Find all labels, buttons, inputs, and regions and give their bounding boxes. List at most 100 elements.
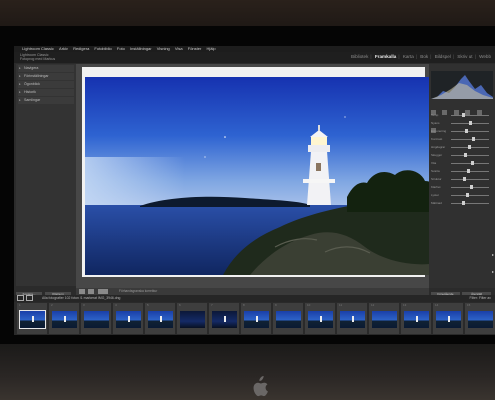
thumbnail-image <box>116 311 141 328</box>
slider-knob[interactable] <box>462 113 465 117</box>
photo-frame <box>82 67 437 277</box>
slider-knob[interactable] <box>468 145 471 149</box>
filmstrip-header: Alla fotografier 102 foton /1 markerat I… <box>14 295 495 302</box>
thumbnail-image <box>436 311 461 328</box>
slider-track[interactable] <box>451 130 489 132</box>
filmstrip-thumbnail[interactable]: 14 <box>433 303 463 334</box>
thumbnail-lighthouse <box>160 316 162 322</box>
filmstrip-thumbnail[interactable]: 13 <box>401 303 431 334</box>
identity-plate: Lightroom Classic Fotoprog med Markus Bi… <box>14 52 495 63</box>
slider-knob[interactable] <box>466 193 469 197</box>
slider-row[interactable]: Temp <box>431 112 493 118</box>
filmstrip-thumbnail[interactable]: 4 <box>113 303 143 334</box>
filmstrip-thumbnail[interactable]: 1 <box>17 303 47 334</box>
apple-logo-icon <box>253 376 268 397</box>
panel-historik[interactable]: Historik <box>18 89 74 96</box>
thumbnail-image <box>404 311 429 328</box>
thumbnail-number: 2 <box>51 303 53 307</box>
slider-knob[interactable] <box>472 137 475 141</box>
compare-toggle-icon[interactable] <box>98 289 108 294</box>
filmstrip-thumbnail[interactable]: 5 <box>145 303 175 334</box>
module-bibliotek[interactable]: Bibliotek <box>351 54 368 59</box>
right-panel-buttons: Föregående Återställ <box>429 282 495 297</box>
filmstrip-thumbnail[interactable]: 3 <box>81 303 111 334</box>
module-karta[interactable]: Karta <box>403 54 414 59</box>
thumbnail-number: 7 <box>211 303 213 307</box>
filter-value[interactable]: Filter av <box>479 296 491 300</box>
filmstrip-thumbnail[interactable]: 10 <box>305 303 335 334</box>
thumbnail-number: 13 <box>403 303 407 307</box>
lighthouse-photo[interactable] <box>85 77 437 275</box>
module-framkalla[interactable]: Framkalla <box>375 54 396 59</box>
slider-track[interactable] <box>451 194 489 196</box>
slider-track[interactable] <box>451 154 489 156</box>
thumbnail-number: 9 <box>275 303 277 307</box>
thumbnail-lighthouse <box>448 316 450 322</box>
filmstrip-thumbnail[interactable]: 9 <box>273 303 303 334</box>
before-after-icon[interactable] <box>88 289 94 294</box>
module-bildspel[interactable]: Bildspel <box>435 54 451 59</box>
photo-canvas <box>76 64 437 288</box>
filter-control[interactable]: Filter: Filter av <box>470 295 492 302</box>
thumbnail-image <box>84 311 109 328</box>
soft-proof-checkbox[interactable]: Förhandsgranska korrektur <box>119 288 157 295</box>
slider-knob[interactable] <box>471 161 474 165</box>
slider-row[interactable]: Mättnad <box>431 200 493 206</box>
slider-row[interactable]: Struktur <box>431 176 493 182</box>
slider-row[interactable]: Kontrast <box>431 136 493 142</box>
slider-label: Lyster <box>431 193 440 197</box>
slider-track[interactable] <box>451 138 489 140</box>
slider-row[interactable]: Lyster <box>431 192 493 198</box>
filmstrip-thumbnail[interactable]: 12 <box>369 303 399 334</box>
slider-knob[interactable] <box>462 201 465 205</box>
module-skriv-ut[interactable]: Skriv ut <box>457 54 472 59</box>
slider-row[interactable]: Nyans <box>431 120 493 126</box>
slider-row[interactable]: Skuggor <box>431 152 493 158</box>
slider-row[interactable]: Svarta <box>431 168 493 174</box>
module-webb[interactable]: Webb <box>479 54 491 59</box>
source-name[interactable]: Alla fotografier <box>42 296 64 300</box>
slider-row[interactable]: Vita <box>431 160 493 166</box>
thumbnail-image <box>52 311 77 328</box>
panel-expand-icon-2[interactable]: ▸ <box>492 269 494 274</box>
panel-ogonblick[interactable]: Ögonblick <box>18 81 74 88</box>
slider-track[interactable] <box>451 162 489 164</box>
panel-samlingar[interactable]: Samlingar <box>18 97 74 104</box>
thumbnail-image <box>372 311 397 328</box>
slider-label: Temp <box>431 113 439 117</box>
filmstrip-thumbnail[interactable]: 6 <box>177 303 207 334</box>
slider-knob[interactable] <box>470 185 473 189</box>
thumbnail-lighthouse <box>416 316 418 322</box>
thumbnail-number: 3 <box>83 303 85 307</box>
slider-row[interactable]: Högdagrar <box>431 144 493 150</box>
module-bok[interactable]: Bok <box>420 54 428 59</box>
panel-navigera[interactable]: Navigera <box>18 65 74 72</box>
thumbnail-number: 1 <box>19 303 21 307</box>
filmstrip-thumbnail[interactable]: 2 <box>49 303 79 334</box>
thumbnail-image <box>244 311 269 328</box>
panel-expand-icon[interactable]: ▸ <box>492 252 494 257</box>
slider-track[interactable] <box>451 114 489 116</box>
slider-knob[interactable] <box>464 153 467 157</box>
slider-knob[interactable] <box>469 121 472 125</box>
slider-knob[interactable] <box>467 169 470 173</box>
selected-filename: IMG_3946.dng <box>97 296 121 300</box>
loupe-view-icon[interactable] <box>79 289 85 294</box>
filmstrip-thumbnail[interactable]: 7 <box>209 303 239 334</box>
thumbnail-number: 15 <box>467 303 471 307</box>
slider-label: Högdagrar <box>431 145 446 149</box>
slider-row[interactable]: Exponering <box>431 128 493 134</box>
filmstrip-thumbnail[interactable]: 11 <box>337 303 367 334</box>
slider-knob[interactable] <box>463 177 466 181</box>
lightroom-screen: Lightroom Classic Arkiv Redigera Fotobib… <box>14 46 495 335</box>
filmstrip: 1 2 3 4 5 6 7 8 9 10 11 12 13 14 15 <box>14 302 495 335</box>
filmstrip-thumbnail[interactable]: 8 <box>241 303 271 334</box>
slider-track[interactable] <box>451 178 489 180</box>
panel-forinstallningar[interactable]: Förinställningar <box>18 73 74 80</box>
filmstrip-thumbnail[interactable]: 15 <box>465 303 495 334</box>
slider-track[interactable] <box>451 170 489 172</box>
view-mode-icons[interactable] <box>17 295 35 302</box>
slider-row[interactable]: Klarhet <box>431 184 493 190</box>
slider-knob[interactable] <box>465 129 468 133</box>
slider-track[interactable] <box>451 202 489 204</box>
